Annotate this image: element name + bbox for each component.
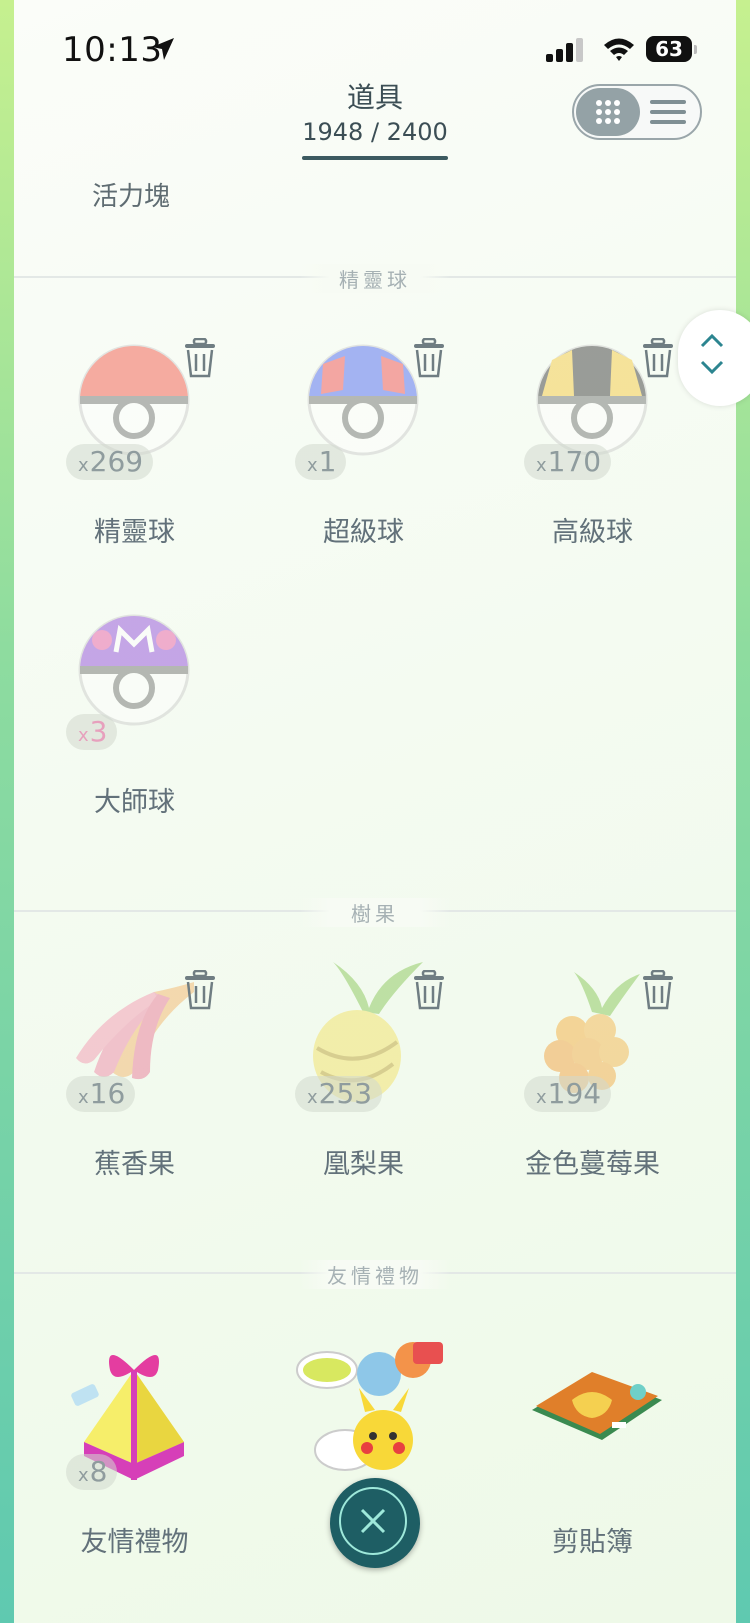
item-golden-razz-berry[interactable]: x194 金色蔓莓果 [478,952,707,1212]
page-title: 道具 [346,81,403,114]
item-name: 蕉香果 [94,1149,175,1180]
close-button[interactable] [330,1478,420,1568]
status-time: 10:13 [62,30,163,70]
close-icon [360,1508,386,1534]
cellular-signal-icon [546,38,583,62]
location-arrow-icon [152,38,174,60]
trash-icon[interactable] [183,338,217,378]
screen: 10:13 63 道具 1948 / 2400 活力塊 精靈球 x269 精靈球… [0,0,750,1623]
section-label-gifts: 友情禮物 [300,1260,450,1289]
view-toggle[interactable] [572,84,702,140]
item-nanab-berry[interactable]: x16 蕉香果 [20,952,249,1212]
item-quantity: x269 [66,444,154,480]
item-great-ball[interactable]: x1 超級球 [249,320,478,580]
item-name: 友情禮物 [80,1527,189,1558]
chevron-down-icon [700,360,724,375]
item-quantity: x1 [295,444,347,480]
item-poke-ball[interactable]: x269 精靈球 [20,320,249,580]
item-gift[interactable]: x8 友情禮物 [20,1330,249,1590]
item-pinap-berry[interactable]: x253 凰梨果 [249,952,478,1212]
trash-icon[interactable] [183,970,217,1010]
item-name: 精靈球 [94,517,175,548]
item-master-ball[interactable]: x3 大師球 [20,590,249,850]
chevron-up-icon [700,333,724,348]
title-underline [302,156,448,160]
item-name: 剪貼簿 [552,1527,633,1558]
item-name: 超級球 [323,517,404,548]
section-label-berries: 樹果 [300,898,450,927]
stickers-icon [296,1342,443,1471]
list-view-icon[interactable] [650,98,686,126]
battery-icon: 63 [646,36,698,64]
item-quantity: x16 [66,1076,136,1112]
category-label: 活力塊 [92,182,171,212]
item-quantity: x194 [524,1076,612,1112]
item-quantity: x8 [66,1454,118,1490]
grid-icon [596,100,620,124]
item-name: 凰梨果 [323,1149,404,1180]
grid-view-button[interactable] [576,88,640,136]
item-count: 1948 / 2400 [302,118,448,146]
item-name: 金色蔓莓果 [525,1149,660,1180]
item-quantity: x170 [524,444,612,480]
trash-icon[interactable] [641,338,675,378]
item-name: 高級球 [552,517,633,548]
item-quantity: x253 [295,1076,383,1112]
trash-icon[interactable] [641,970,675,1010]
battery-level: 63 [646,36,692,62]
item-ultra-ball[interactable]: x170 高級球 [478,320,707,580]
wifi-icon [604,38,634,61]
section-label-balls: 精靈球 [300,264,450,293]
scroll-section-button[interactable] [678,310,750,406]
trash-icon[interactable] [412,338,446,378]
item-scrapbook[interactable]: 剪貼簿 [478,1330,707,1590]
item-name: 大師球 [94,787,175,818]
item-quantity: x3 [66,714,118,750]
scrapbook-icon [532,1372,662,1440]
trash-icon[interactable] [412,970,446,1010]
